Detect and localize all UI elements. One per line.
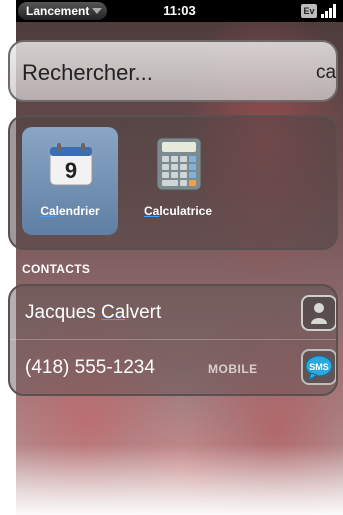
sms-bubble-icon: SMS bbox=[305, 355, 333, 382]
app-calculator[interactable]: Calculatrice bbox=[130, 127, 226, 235]
person-icon bbox=[311, 303, 327, 324]
network-type-badge: Ev bbox=[301, 4, 317, 18]
contact-row[interactable]: Jacques Calvert bbox=[10, 286, 336, 340]
apps-results-panel: 9 Calendrier Calculatrice bbox=[8, 115, 338, 250]
calendar-day: 9 bbox=[65, 158, 77, 183]
clock: 11:03 bbox=[163, 3, 196, 18]
contacts-results-panel: Jacques Calvert (418) 555-1234 MOBILE SM… bbox=[8, 284, 338, 396]
search-query: Rechercher... bbox=[22, 60, 153, 85]
contact-phone-row[interactable]: (418) 555-1234 MOBILE SMS bbox=[10, 341, 336, 394]
calendar-icon: 9 bbox=[49, 143, 93, 186]
app-label: Calculatrice bbox=[143, 204, 213, 218]
contact-phone-number: (418) 555-1234 bbox=[25, 357, 155, 378]
contact-name: Jacques Calvert bbox=[25, 302, 162, 323]
app-label: Calendrier bbox=[40, 204, 100, 218]
phone-type-label: MOBILE bbox=[208, 362, 258, 376]
sms-label: SMS bbox=[309, 362, 329, 372]
status-bar: Lancement 11:03 Ev bbox=[16, 0, 343, 22]
contacts-section-header: CONTACTS bbox=[22, 262, 91, 276]
calculator-icon bbox=[156, 137, 202, 191]
contact-card-button[interactable] bbox=[301, 295, 336, 331]
app-calendar[interactable]: 9 Calendrier bbox=[22, 127, 118, 235]
search-input[interactable]: Rechercher... ca bbox=[8, 40, 338, 102]
search-typed-text: ca bbox=[316, 62, 337, 83]
signal-strength-icon bbox=[321, 4, 339, 18]
sms-button[interactable]: SMS bbox=[301, 349, 336, 385]
